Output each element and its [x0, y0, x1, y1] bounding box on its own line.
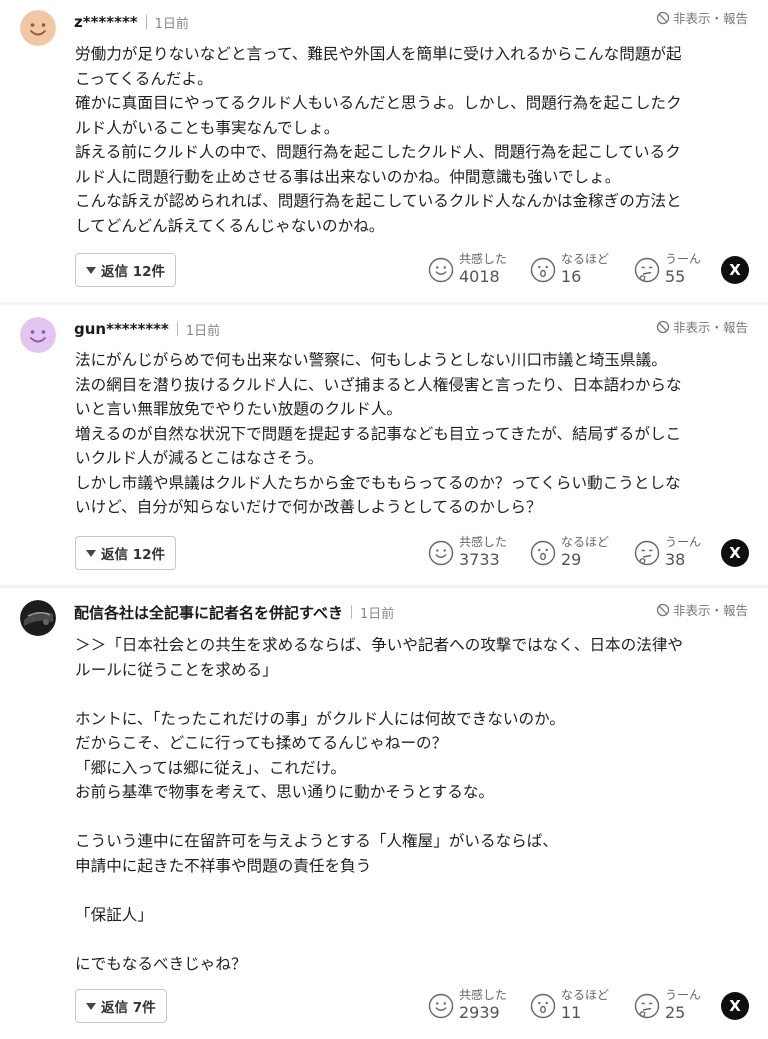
reply-count-label: 返信 7件: [101, 1000, 156, 1016]
caret-down-icon: [86, 266, 96, 274]
timestamp: 1日前: [359, 606, 395, 622]
smile-face-icon: [428, 257, 454, 283]
username[interactable]: z*******: [74, 13, 138, 31]
thinking-face-icon: [634, 993, 660, 1019]
empathy-label: 共感した: [459, 988, 508, 1002]
avatar[interactable]: [20, 317, 56, 353]
timestamp: 1日前: [185, 323, 221, 339]
x-logo-icon: X: [729, 544, 741, 562]
reply-toggle-button[interactable]: 返信 12件: [75, 253, 176, 287]
comment-meta: z******* 1日前: [74, 12, 189, 32]
comment-item: gun******** 1日前 非表示・報告 法にがんじがらめで何も出来ない警察…: [0, 305, 768, 585]
uun-label: うーん: [665, 252, 702, 266]
caret-down-icon: [86, 549, 96, 557]
uun-count: 25: [665, 1003, 686, 1022]
comment-body: ＞＞「日本社会との共生を求めるならば、争いや記者への攻撃ではなく、日本の法律や …: [75, 636, 684, 973]
surprised-face-icon: [530, 257, 556, 283]
empathy-count: 2939: [459, 1003, 500, 1022]
naruhodo-button[interactable]: なるほど 16: [530, 251, 609, 287]
naruhodo-label: なるほど: [561, 252, 610, 266]
ban-icon: [656, 320, 670, 333]
uun-label: うーん: [665, 535, 702, 549]
hide-report-link[interactable]: 非表示・報告: [656, 8, 748, 27]
smile-face-icon: [428, 540, 454, 566]
empathy-button[interactable]: 共感した 4018: [428, 251, 507, 287]
comment-meta: gun******** 1日前: [74, 319, 220, 339]
x-logo-icon: X: [729, 261, 741, 279]
empathy-count: 3733: [459, 550, 500, 569]
hide-report-link[interactable]: 非表示・報告: [656, 600, 748, 619]
empathy-button[interactable]: 共感した 3733: [428, 534, 507, 570]
surprised-face-icon: [530, 993, 556, 1019]
naruhodo-count: 29: [561, 550, 582, 569]
uun-count: 38: [665, 550, 686, 569]
naruhodo-count: 16: [561, 267, 582, 286]
share-x-button[interactable]: X: [721, 539, 749, 567]
comment-item: 配信各社は全記事に記者名を併記すべき 1日前 非表示・報告 ＞＞「日本社会との共…: [0, 588, 768, 1039]
username[interactable]: gun********: [74, 320, 169, 338]
avatar[interactable]: [20, 600, 56, 636]
report-label: 非表示・報告: [672, 11, 748, 26]
comment-body: 労働力が足りないなどと言って、難民や外国人を簡単に受け入れるからこんな問題が起 …: [75, 45, 682, 235]
comment-body: 法にがんじがらめで何も出来ない警察に、何もしようとしない川口市議と埼玉県議。 法…: [75, 351, 682, 516]
username[interactable]: 配信各社は全記事に記者名を併記すべき: [74, 602, 343, 623]
divider: [145, 15, 147, 29]
empathy-label: 共感した: [459, 252, 508, 266]
comment-meta: 配信各社は全記事に記者名を併記すべき 1日前: [74, 602, 394, 622]
divider: [176, 322, 178, 336]
reply-count-label: 返信 12件: [101, 264, 165, 280]
uun-button[interactable]: うーん 55: [634, 251, 701, 287]
reply-toggle-button[interactable]: 返信 12件: [75, 536, 176, 570]
reply-count-label: 返信 12件: [101, 547, 165, 563]
hide-report-link[interactable]: 非表示・報告: [656, 317, 748, 336]
empathy-label: 共感した: [459, 535, 508, 549]
ban-icon: [656, 603, 670, 616]
caret-down-icon: [86, 1002, 96, 1010]
divider: [350, 605, 352, 619]
thinking-face-icon: [634, 257, 660, 283]
x-logo-icon: X: [729, 997, 741, 1015]
timestamp: 1日前: [154, 16, 189, 32]
ban-icon: [656, 11, 670, 24]
report-label: 非表示・報告: [672, 603, 748, 618]
reply-toggle-button[interactable]: 返信 7件: [75, 989, 167, 1023]
naruhodo-button[interactable]: なるほど 29: [530, 534, 609, 570]
thinking-face-icon: [634, 540, 660, 566]
naruhodo-button[interactable]: なるほど 11: [530, 987, 609, 1023]
empathy-button[interactable]: 共感した 2939: [428, 987, 507, 1023]
report-label: 非表示・報告: [672, 320, 748, 335]
comment-item: z******* 1日前 非表示・報告 労働力が足りないなどと言って、難民や外国…: [0, 0, 768, 302]
surprised-face-icon: [530, 540, 556, 566]
uun-label: うーん: [665, 988, 702, 1002]
empathy-count: 4018: [459, 267, 500, 286]
share-x-button[interactable]: X: [721, 256, 749, 284]
share-x-button[interactable]: X: [721, 992, 749, 1020]
uun-count: 55: [665, 267, 686, 286]
uun-button[interactable]: うーん 38: [634, 534, 701, 570]
avatar[interactable]: [20, 10, 56, 46]
naruhodo-label: なるほど: [561, 988, 610, 1002]
naruhodo-label: なるほど: [561, 535, 610, 549]
uun-button[interactable]: うーん 25: [634, 987, 701, 1023]
naruhodo-count: 11: [561, 1003, 582, 1022]
smile-face-icon: [428, 993, 454, 1019]
